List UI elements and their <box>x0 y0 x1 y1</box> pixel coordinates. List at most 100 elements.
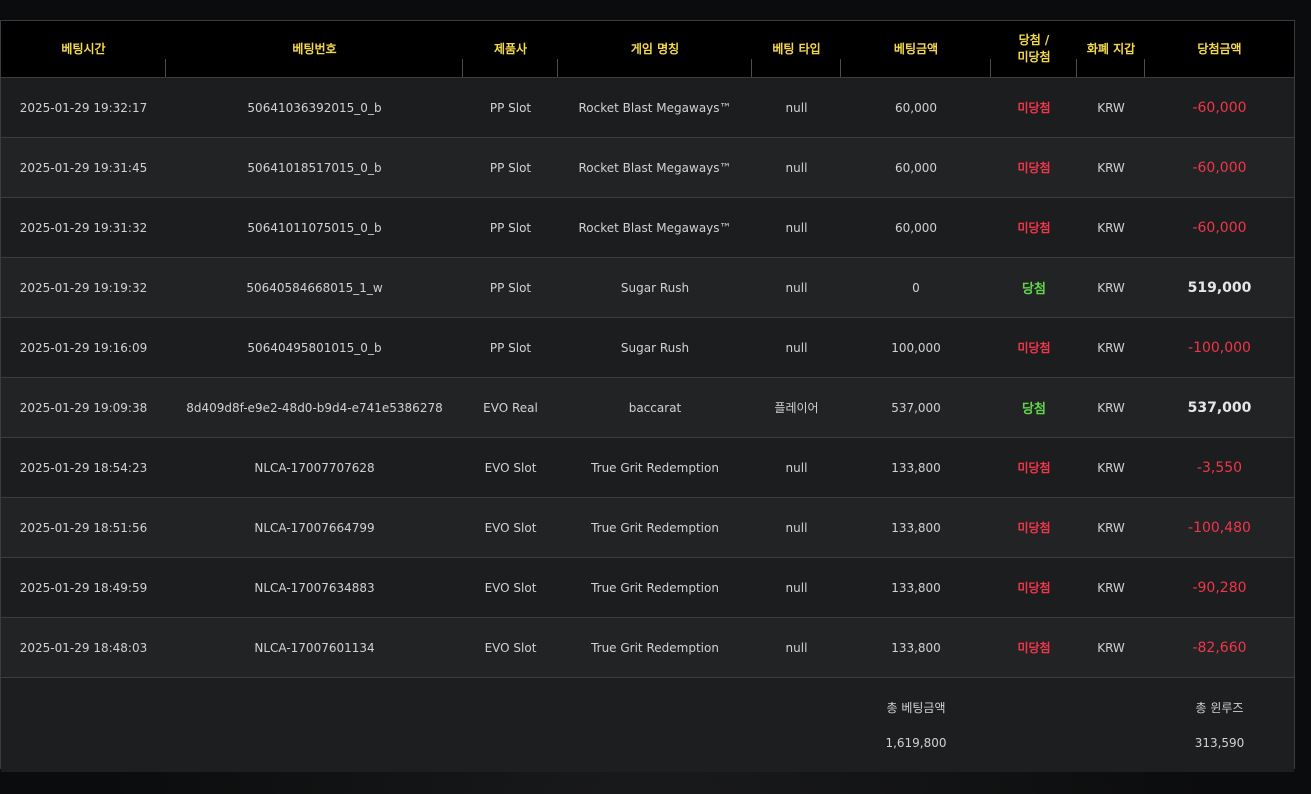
table-row[interactable]: 2025-01-29 19:19:32 50640584668015_1_w PP … <box>1 257 1294 318</box>
cell-vendor: EVO Real <box>463 377 558 438</box>
cell-win-amount: -3,550 <box>1145 437 1294 498</box>
cell-result: 미당첨 <box>991 77 1077 138</box>
bet-history-table: 베팅시간 베팅번호 제품사 게임 명칭 베팅 타입 베팅금액 당첨 / 미당첨 화… <box>1 21 1294 772</box>
cell-bet-time: 2025-01-29 19:19:32 <box>1 257 166 318</box>
cell-win-amount: -60,000 <box>1145 197 1294 258</box>
header-bet-number: 베팅번호 <box>166 21 463 78</box>
cell-win-amount: -60,000 <box>1145 77 1294 138</box>
cell-result: 미당첨 <box>991 317 1077 378</box>
cell-bet-type: null <box>752 317 841 378</box>
cell-bet-type: null <box>752 197 841 258</box>
cell-bet-number: 8d409d8f-e9e2-48d0-b9d4-e741e5386278 <box>166 377 463 438</box>
cell-bet-number: NLCA-17007634883 <box>166 557 463 618</box>
footer-spacer <box>1 677 841 732</box>
cell-currency: KRW <box>1077 377 1145 438</box>
cell-game-name: Rocket Blast Megaways™ <box>558 77 752 138</box>
cell-result: 당첨 <box>991 377 1077 438</box>
cell-bet-type: null <box>752 617 841 678</box>
footer-spacer <box>1 732 841 772</box>
cell-bet-type: null <box>752 257 841 318</box>
header-currency: 화폐 지갑 <box>1077 21 1145 78</box>
cell-win-amount: 519,000 <box>1145 257 1294 318</box>
cell-bet-type: null <box>752 437 841 498</box>
cell-bet-time: 2025-01-29 19:31:45 <box>1 137 166 198</box>
cell-currency: KRW <box>1077 437 1145 498</box>
cell-bet-amount: 100,000 <box>841 317 991 378</box>
cell-bet-number: 50640495801015_0_b <box>166 317 463 378</box>
cell-vendor: PP Slot <box>463 77 558 138</box>
cell-bet-type: 플레이어 <box>752 377 841 438</box>
cell-win-amount: -100,480 <box>1145 497 1294 558</box>
cell-bet-number: 50641011075015_0_b <box>166 197 463 258</box>
cell-result: 미당첨 <box>991 557 1077 618</box>
cell-currency: KRW <box>1077 617 1145 678</box>
cell-vendor: PP Slot <box>463 317 558 378</box>
footer-value-row: 1,619,800 313,590 <box>1 732 1294 772</box>
cell-bet-amount: 133,800 <box>841 557 991 618</box>
cell-result: 미당첨 <box>991 437 1077 498</box>
cell-vendor: PP Slot <box>463 257 558 318</box>
cell-game-name: True Grit Redemption <box>558 437 752 498</box>
cell-bet-number: NLCA-17007707628 <box>166 437 463 498</box>
cell-currency: KRW <box>1077 557 1145 618</box>
total-bet-value: 1,619,800 <box>841 732 991 772</box>
cell-result: 미당첨 <box>991 617 1077 678</box>
table-row[interactable]: 2025-01-29 19:31:45 50641018517015_0_b PP … <box>1 137 1294 198</box>
cell-bet-amount: 133,800 <box>841 617 991 678</box>
table-row[interactable]: 2025-01-29 19:16:09 50640495801015_0_b PP … <box>1 317 1294 378</box>
cell-currency: KRW <box>1077 317 1145 378</box>
cell-bet-time: 2025-01-29 19:32:17 <box>1 77 166 138</box>
header-result: 당첨 / 미당첨 <box>991 21 1077 78</box>
cell-bet-amount: 60,000 <box>841 197 991 258</box>
cell-result: 당첨 <box>991 257 1077 318</box>
total-winloss-value: 313,590 <box>1145 732 1294 772</box>
header-bet-type: 베팅 타입 <box>752 21 841 78</box>
cell-game-name: True Grit Redemption <box>558 497 752 558</box>
cell-game-name: Sugar Rush <box>558 317 752 378</box>
cell-currency: KRW <box>1077 497 1145 558</box>
cell-vendor: PP Slot <box>463 197 558 258</box>
cell-result: 미당첨 <box>991 137 1077 198</box>
table-row[interactable]: 2025-01-29 18:49:59 NLCA-17007634883 EVO S… <box>1 557 1294 618</box>
header-game-name: 게임 명칭 <box>558 21 752 78</box>
cell-currency: KRW <box>1077 77 1145 138</box>
cell-bet-amount: 133,800 <box>841 497 991 558</box>
table-header-row: 베팅시간 베팅번호 제품사 게임 명칭 베팅 타입 베팅금액 당첨 / 미당첨 화… <box>1 21 1294 78</box>
cell-vendor: EVO Slot <box>463 497 558 558</box>
cell-bet-amount: 537,000 <box>841 377 991 438</box>
cell-bet-time: 2025-01-29 18:51:56 <box>1 497 166 558</box>
cell-win-amount: 537,000 <box>1145 377 1294 438</box>
footer-label-row: 총 베팅금액 총 윈루즈 <box>1 677 1294 732</box>
cell-currency: KRW <box>1077 137 1145 198</box>
table-row[interactable]: 2025-01-29 19:31:32 50641011075015_0_b PP … <box>1 197 1294 258</box>
cell-bet-amount: 0 <box>841 257 991 318</box>
cell-win-amount: -82,660 <box>1145 617 1294 678</box>
cell-bet-amount: 133,800 <box>841 437 991 498</box>
header-win-amount: 당첨금액 <box>1145 21 1294 78</box>
cell-game-name: Rocket Blast Megaways™ <box>558 197 752 258</box>
cell-bet-number: NLCA-17007601134 <box>166 617 463 678</box>
cell-bet-number: 50640584668015_1_w <box>166 257 463 318</box>
cell-vendor: EVO Slot <box>463 557 558 618</box>
table-row[interactable]: 2025-01-29 18:48:03 NLCA-17007601134 EVO S… <box>1 617 1294 678</box>
cell-bet-type: null <box>752 557 841 618</box>
table-row[interactable]: 2025-01-29 18:54:23 NLCA-17007707628 EVO S… <box>1 437 1294 498</box>
cell-result: 미당첨 <box>991 197 1077 258</box>
bet-history-table-container: 베팅시간 베팅번호 제품사 게임 명칭 베팅 타입 베팅금액 당첨 / 미당첨 화… <box>0 20 1295 772</box>
cell-bet-time: 2025-01-29 19:16:09 <box>1 317 166 378</box>
table-row[interactable]: 2025-01-29 19:09:38 8d409d8f-e9e2-48d0-b9… <box>1 377 1294 438</box>
table-row[interactable]: 2025-01-29 19:32:17 50641036392015_0_b PP … <box>1 77 1294 138</box>
header-bet-time: 베팅시간 <box>1 21 166 78</box>
cell-bet-time: 2025-01-29 19:09:38 <box>1 377 166 438</box>
header-bet-amount: 베팅금액 <box>841 21 991 78</box>
cell-bet-amount: 60,000 <box>841 77 991 138</box>
cell-bet-number: 50641036392015_0_b <box>166 77 463 138</box>
cell-bet-time: 2025-01-29 19:31:32 <box>1 197 166 258</box>
table-row[interactable]: 2025-01-29 18:51:56 NLCA-17007664799 EVO S… <box>1 497 1294 558</box>
cell-bet-time: 2025-01-29 18:54:23 <box>1 437 166 498</box>
cell-currency: KRW <box>1077 197 1145 258</box>
cell-bet-time: 2025-01-29 18:48:03 <box>1 617 166 678</box>
cell-win-amount: -60,000 <box>1145 137 1294 198</box>
total-bet-label: 총 베팅금액 <box>841 677 991 732</box>
page: 베팅시간 베팅번호 제품사 게임 명칭 베팅 타입 베팅금액 당첨 / 미당첨 화… <box>0 0 1311 794</box>
